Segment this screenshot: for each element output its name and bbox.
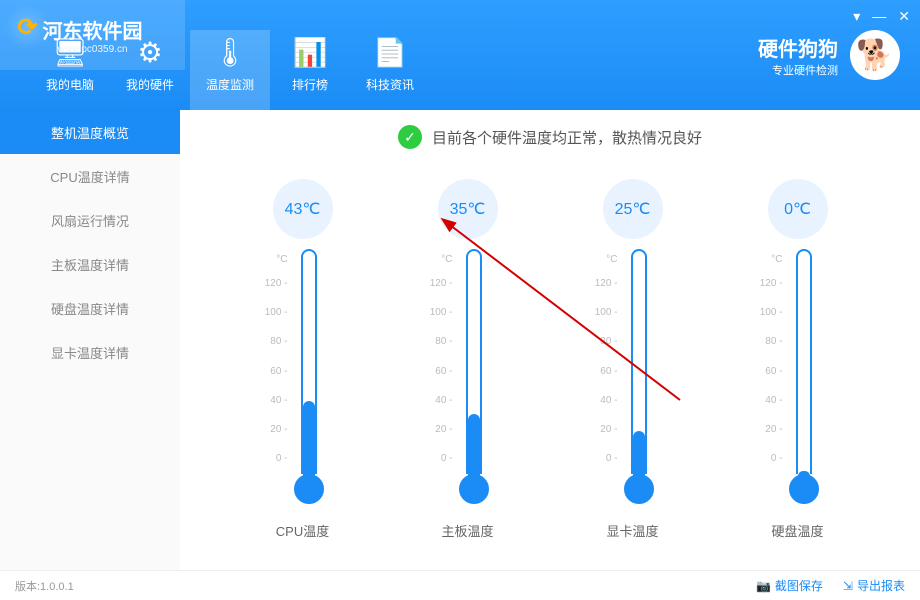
main-content: ✓ 目前各个硬件温度均正常，散热情况良好 43℃ °C120 -100 -80 -… xyxy=(180,110,920,570)
nav-ranking[interactable]: 📊 排行榜 xyxy=(270,30,350,110)
thermometer-column: 0℃ °C120 -100 -80 -60 -40 -20 -0 - 硬盘温度 xyxy=(748,179,848,540)
nav-label: 我的硬件 xyxy=(126,76,174,93)
thermometer-label: 硬盘温度 xyxy=(771,521,823,540)
thermometer-column: 25℃ °C120 -100 -80 -60 -40 -20 -0 - 显卡温度 xyxy=(583,179,683,540)
sidebar-item-cpu[interactable]: CPU温度详情 xyxy=(0,154,180,198)
export-button[interactable]: ⇲ 导出报表 xyxy=(843,577,905,594)
export-icon: ⇲ xyxy=(843,579,853,593)
thermometer-label: CPU温度 xyxy=(276,521,329,540)
sidebar-item-label: 风扇运行情况 xyxy=(51,211,129,230)
sidebar-item-overview[interactable]: 整机温度概览 xyxy=(0,110,180,154)
status-message: ✓ 目前各个硬件温度均正常，散热情况良好 xyxy=(200,125,900,149)
temperature-badge: 0℃ xyxy=(768,179,828,239)
thermometer-icon: 🌡 xyxy=(212,38,248,68)
screenshot-button[interactable]: 📷 截图保存 xyxy=(756,577,823,594)
nav-label: 排行榜 xyxy=(292,76,328,93)
temperature-badge: 25℃ xyxy=(603,179,663,239)
thermometer-label: 显卡温度 xyxy=(606,521,658,540)
sidebar-item-motherboard[interactable]: 主板温度详情 xyxy=(0,242,180,286)
brand-subtitle: 专业硬件检测 xyxy=(758,62,838,78)
scale-ticks: °C120 -100 -80 -60 -40 -20 -0 - xyxy=(418,254,453,464)
thermometer: °C120 -100 -80 -60 -40 -20 -0 - xyxy=(583,249,683,509)
sidebar-item-label: 主板温度详情 xyxy=(51,255,129,274)
camera-icon: 📷 xyxy=(756,579,771,593)
sidebar-item-fan[interactable]: 风扇运行情况 xyxy=(0,198,180,242)
thermometer-column: 43℃ °C120 -100 -80 -60 -40 -20 -0 - CPU温度 xyxy=(253,179,353,540)
thermometer: °C120 -100 -80 -60 -40 -20 -0 - xyxy=(748,249,848,509)
thermometer: °C120 -100 -80 -60 -40 -20 -0 - xyxy=(418,249,518,509)
status-text: 目前各个硬件温度均正常，散热情况良好 xyxy=(432,127,702,148)
scale-ticks: °C120 -100 -80 -60 -40 -20 -0 - xyxy=(748,254,783,464)
watermark-url: www.pc0359.cn xyxy=(57,44,127,55)
sidebar-item-label: CPU温度详情 xyxy=(50,167,129,186)
brand: 硬件狗狗 专业硬件检测 xyxy=(758,33,838,78)
version-label: 版本:1.0.0.1 xyxy=(15,578,74,594)
nav-label: 温度监测 xyxy=(206,76,254,93)
sidebar: 整机温度概览 CPU温度详情 风扇运行情况 主板温度详情 硬盘温度详情 显卡温度… xyxy=(0,110,180,570)
nav-news[interactable]: 📄 科技资讯 xyxy=(350,30,430,110)
footer: 版本:1.0.0.1 📷 截图保存 ⇲ 导出报表 xyxy=(0,570,920,600)
bars-icon: 📊 xyxy=(293,38,328,68)
menu-icon[interactable]: ▾ xyxy=(853,8,860,25)
brand-title: 硬件狗狗 xyxy=(758,33,838,62)
close-icon[interactable]: ✕ xyxy=(898,8,910,25)
scale-ticks: °C120 -100 -80 -60 -40 -20 -0 - xyxy=(253,254,288,464)
minimize-icon[interactable]: — xyxy=(872,8,886,25)
thermometer-label: 主板温度 xyxy=(441,521,493,540)
watermark-title: 河东软件园 xyxy=(43,15,143,44)
sidebar-item-label: 整机温度概览 xyxy=(51,123,129,142)
sidebar-item-label: 显卡温度详情 xyxy=(51,343,129,362)
thermometer-column: 35℃ °C120 -100 -80 -60 -40 -20 -0 - 主板温度 xyxy=(418,179,518,540)
sidebar-item-disk[interactable]: 硬盘温度详情 xyxy=(0,286,180,330)
check-icon: ✓ xyxy=(398,125,422,149)
watermark: ⟳ 河东软件园 www.pc0359.cn xyxy=(0,0,185,70)
export-label: 导出报表 xyxy=(857,577,905,594)
temperature-badge: 43℃ xyxy=(273,179,333,239)
document-icon: 📄 xyxy=(373,38,408,68)
screenshot-label: 截图保存 xyxy=(775,577,823,594)
nav-label: 我的电脑 xyxy=(46,76,94,93)
dog-logo-icon: 🐕 xyxy=(850,30,900,80)
sidebar-item-gpu[interactable]: 显卡温度详情 xyxy=(0,330,180,374)
watermark-logo: ⟳ xyxy=(5,5,50,50)
window-controls: ▾ — ✕ xyxy=(853,8,910,25)
nav-temperature[interactable]: 🌡 温度监测 xyxy=(190,30,270,110)
scale-ticks: °C120 -100 -80 -60 -40 -20 -0 - xyxy=(583,254,618,464)
thermometer-row: 43℃ °C120 -100 -80 -60 -40 -20 -0 - CPU温度 3… xyxy=(200,179,900,540)
temperature-badge: 35℃ xyxy=(438,179,498,239)
nav-label: 科技资讯 xyxy=(366,76,414,93)
thermometer: °C120 -100 -80 -60 -40 -20 -0 - xyxy=(253,249,353,509)
sidebar-item-label: 硬盘温度详情 xyxy=(51,299,129,318)
